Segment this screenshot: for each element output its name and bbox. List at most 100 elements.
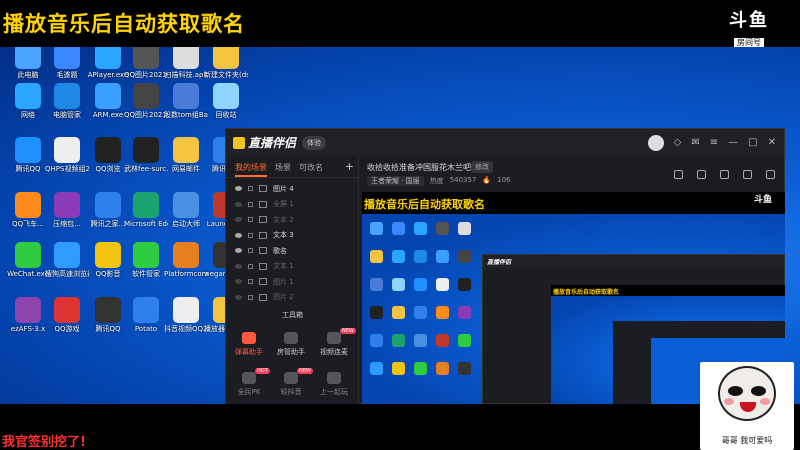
desktop-icon[interactable]: Platformcore.exe [164,242,208,278]
layer-item[interactable]: 文本 2 [226,212,358,228]
lock-icon[interactable] [248,248,253,254]
app-icon [95,192,121,218]
desktop-icon[interactable]: 此电脑 [6,47,50,79]
desktop-icon[interactable]: 软件管家 [124,242,168,278]
tab-rename[interactable]: 可改名 [299,162,323,177]
desktop-icon[interactable]: ezAFS-3.x [6,297,50,333]
desktop-icon[interactable]: WeChat.exe [6,242,50,278]
lock-icon[interactable] [248,232,253,238]
layer-item[interactable]: 文本 3 [226,228,358,244]
desktop-icon[interactable]: QQ图片20210930... [124,83,168,119]
app-titlebar: 直播伴侣 体验 ◇ ✉ ≡ — □ ✕ [226,129,784,156]
stream-bottom-bar [0,404,800,450]
maximize-icon[interactable]: □ [748,137,757,148]
desktop-icon[interactable]: 腾讯QQ [6,137,50,173]
visibility-eye-icon[interactable] [235,263,242,269]
minimize-icon[interactable]: — [728,137,738,148]
desktop-icon-label: 此电脑 [17,71,39,79]
visibility-eye-icon[interactable] [235,279,242,285]
menu-icon[interactable]: ≡ [710,137,718,148]
layer-item[interactable]: 歌名 [226,243,358,259]
room-fans: 106 [497,176,511,184]
layer-type-icon [259,293,267,301]
lock-icon[interactable] [248,186,253,192]
copy-icon[interactable] [720,170,729,179]
tool-tag: HOT [255,368,270,374]
layer-item[interactable]: 全屏 1 [226,197,358,213]
preview-desktop-icon [458,306,471,319]
desktop-icon[interactable]: 电脑管家 [45,83,89,119]
desktop-icon-label: QQ游戏 [54,325,80,333]
layer-item[interactable]: 图片 4 [226,181,358,197]
visibility-eye-icon[interactable] [235,232,242,238]
desktop-icon-label: 网络 [21,111,35,119]
app-icon [95,297,121,323]
desktop-icon[interactable]: Potato [124,297,168,333]
desktop-icon[interactable]: 网易邮件 [164,137,208,173]
tool-button[interactable]: 视频连麦 NEW [314,328,356,357]
app-icon [133,297,159,323]
desktop-icon[interactable]: 毛遂题 [45,47,89,79]
lock-icon[interactable] [248,263,253,269]
desktop-icon[interactable]: Microsoft Edge [124,192,168,228]
app-icon [95,242,121,268]
layer-item[interactable]: 图片 2 [226,290,358,306]
close-icon[interactable]: ✕ [768,137,776,148]
visibility-eye-icon[interactable] [235,217,242,223]
visibility-eye-icon[interactable] [235,294,242,300]
desktop-icon-label: 电脑管家 [53,111,81,119]
lock-icon[interactable] [248,279,253,285]
app-icon [54,192,80,218]
desktop-icon[interactable]: 抖音视频QQ20210... [164,297,208,333]
share-icon[interactable] [766,170,775,179]
desktop-icon[interactable]: 压缩包... [45,192,89,228]
mail-icon[interactable]: ✉ [691,137,699,148]
desktop-icon[interactable]: 扫描科技.apk [164,47,208,79]
preview-desktop-icon [436,278,449,291]
lock-icon[interactable] [248,201,253,207]
layer-item[interactable]: 文本 1 [226,259,358,275]
tab-scene[interactable]: 场景 [275,162,291,177]
tool-button[interactable]: 弹幕助手 [229,332,269,357]
tool-button[interactable]: 上一起玩 [314,372,354,397]
desktop-icon[interactable]: QQ图片20210611... [124,47,168,79]
desktop-icon-label: 网易邮件 [172,165,200,173]
preview-desktop-icon [370,306,383,319]
layer-type-icon [259,262,267,270]
desktop-icon[interactable]: 启动大师 [164,192,208,228]
visibility-eye-icon[interactable] [235,186,242,192]
layer-item[interactable]: 图片 1 [226,274,358,290]
desktop-icon[interactable]: 股数tom组Bakcu... [164,83,208,119]
app-name: 直播伴侣 [248,136,297,150]
desktop-icon[interactable]: QQ游戏 [45,297,89,333]
visibility-eye-icon[interactable] [235,201,242,207]
preview-desktop-icon [414,306,427,319]
desktop-icon[interactable]: 网络 [6,83,50,119]
desktop-icon[interactable]: QHPS视频组20... [45,137,89,173]
visibility-eye-icon[interactable] [235,248,242,254]
tool-button[interactable]: 全民PK HOT [229,368,270,397]
add-scene-icon[interactable]: + [345,161,354,177]
room-views: 540357 [449,176,477,184]
desktop-icon[interactable]: QQ飞车... [6,192,50,228]
edit-title-button[interactable]: 修改 [471,161,493,173]
tool-button[interactable]: 房管助手 [271,332,311,357]
desktop-icon[interactable]: 新建文件夹(dsdbO).s... [204,47,248,79]
app-badge[interactable]: 体验 [302,135,327,150]
tool-button[interactable]: 轻抖音 NEW [271,368,313,397]
skin-icon[interactable]: ◇ [674,137,682,148]
room-title: 收拾收拾准备冲国服花木兰吧 [367,163,471,172]
lock-icon[interactable] [248,294,253,300]
settings-icon[interactable] [674,170,683,179]
bell-icon[interactable] [743,170,752,179]
tab-my-scenes[interactable]: 我的场景 [235,162,267,177]
lock-icon[interactable] [697,170,706,179]
avatar[interactable] [647,134,664,151]
tool-label: 上一起玩 [320,388,348,396]
desktop-icon[interactable]: 武林fee-surc... [124,137,168,173]
desktop-icon[interactable]: 回收站 [204,83,248,119]
preview-desktop-icon [458,278,471,291]
room-category[interactable]: 王者荣耀 · 国服 [367,176,424,186]
desktop-icon[interactable]: 搜狗高速浏览器 [45,242,89,278]
lock-icon[interactable] [248,217,253,223]
